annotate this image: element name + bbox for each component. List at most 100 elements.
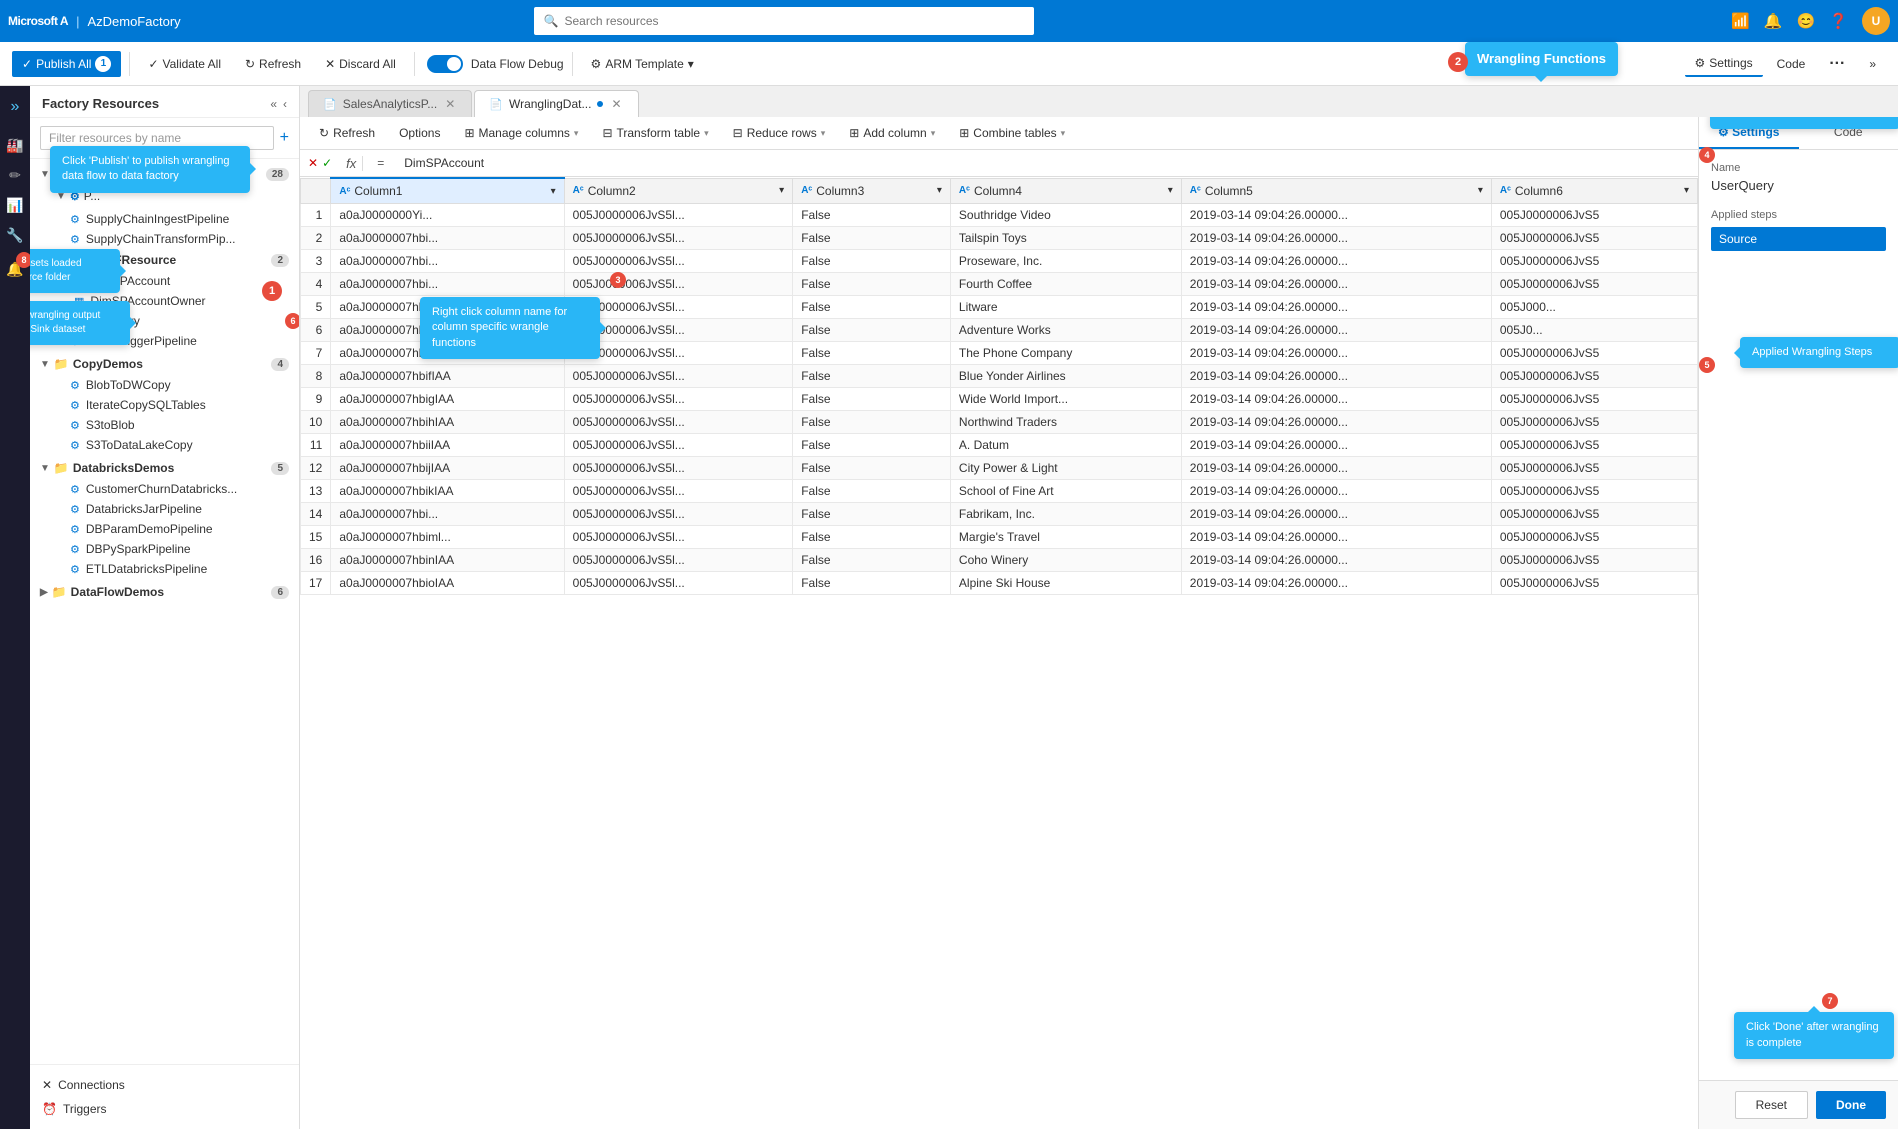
copy-demos-header[interactable]: ▼ 📁 CopyDemos 4	[30, 353, 299, 375]
col-header-3[interactable]: Aᶜ Column3 ▾	[793, 178, 951, 204]
tab-wrangling[interactable]: 📄 WranglingDat... ✕	[474, 90, 638, 117]
validate-all-button[interactable]: ✓ Validate All	[138, 52, 231, 76]
question-icon[interactable]: ❓	[1829, 12, 1848, 30]
discard-all-button[interactable]: ✕ Discard All	[315, 52, 406, 76]
col-sort-icon-5[interactable]: ▾	[1478, 185, 1483, 196]
formula-input[interactable]	[398, 154, 1690, 172]
databricks-header[interactable]: ▼ 📁 DatabricksDemos 5	[30, 457, 299, 479]
table-row[interactable]: 12a0aJ0000007hbijIAA005J0000006JvS5l...F…	[301, 457, 1698, 480]
sidebar-icon-expand[interactable]: »	[2, 94, 28, 120]
adf-resource-header[interactable]: ▼ 📁 ADFResource 2	[62, 249, 299, 271]
col-sort-icon-1[interactable]: ▾	[551, 186, 556, 197]
table-row[interactable]: 13a0aJ0000007hbikIAA005J0000006JvS5l...F…	[301, 480, 1698, 503]
manage-columns-button[interactable]: ⊞ Manage columns ▾	[453, 121, 589, 145]
etl-databricks-item[interactable]: ⚙ ETLDatabricksPipeline	[30, 559, 299, 579]
col-sort-icon-2[interactable]: ▾	[779, 185, 784, 196]
blob-dw-copy-item[interactable]: ⚙ BlobToDWCopy	[30, 375, 299, 395]
col-sort-icon-3[interactable]: ▾	[937, 185, 942, 196]
sidebar-icon-monitor[interactable]: 📊	[2, 192, 28, 218]
wrangle-options-button[interactable]: Options	[388, 121, 451, 145]
settings-panel-tab[interactable]: ⚙ Settings	[1699, 117, 1799, 149]
table-row[interactable]: 6a0aJ0000007hbidIAA005J0000006JvS5l...Fa…	[301, 319, 1698, 342]
table-row[interactable]: 17a0aJ0000007hbioIAA005J0000006JvS5l...F…	[301, 572, 1698, 595]
connections-item[interactable]: ✕ Connections	[42, 1073, 287, 1097]
customer-churn-item[interactable]: ⚙ CustomerChurnDatabricks...	[30, 479, 299, 499]
plus-icon[interactable]: +	[280, 129, 289, 147]
arm-template-button[interactable]: ⚙ ARM Template ▾	[581, 52, 704, 76]
collapse-left-icon[interactable]: «	[270, 97, 277, 111]
transform-table-button[interactable]: ⊟ Transform table ▾	[591, 121, 719, 145]
settings-tab-btn[interactable]: ⚙ Settings	[1685, 51, 1763, 77]
search-bar[interactable]: 🔍	[534, 7, 1034, 35]
applied-step-item[interactable]: Source	[1711, 227, 1886, 251]
user-query-item[interactable]: ⚙ UserQuery	[30, 311, 299, 331]
col-header-4[interactable]: Aᶜ Column4 ▾	[950, 178, 1181, 204]
wrangle-refresh-button[interactable]: ↻ Refresh	[308, 121, 386, 145]
col-header-6[interactable]: Aᶜ Column6 ▾	[1491, 178, 1697, 204]
table-row[interactable]: 16a0aJ0000007hbinIAA005J0000006JvS5l...F…	[301, 549, 1698, 572]
add-column-button[interactable]: ⊞ Add column ▾	[838, 121, 946, 145]
close-tab-wrangling[interactable]: ✕	[609, 97, 623, 111]
s3-blob-item[interactable]: ⚙ S3toBlob	[30, 415, 299, 435]
col-sort-icon-4[interactable]: ▾	[1168, 185, 1173, 196]
tab-sales-analytics[interactable]: 📄 SalesAnalyticsP... ✕	[308, 90, 472, 117]
supply-chain-ingest-item[interactable]: ⚙ SupplyChainIngestPipeline	[30, 209, 299, 229]
debug-toggle[interactable]	[427, 55, 463, 73]
reset-button[interactable]: Reset	[1735, 1091, 1808, 1119]
publish-all-button[interactable]: ✓ Publish All 1	[12, 51, 121, 77]
supply-chain-transform-item[interactable]: ⚙ SupplyChainTransformPip...	[30, 229, 299, 249]
table-row[interactable]: 7a0aJ0000007hbieIAA005J0000006JvS5l...Fa…	[301, 342, 1698, 365]
db-param-demo-item[interactable]: ⚙ DBParamDemoPipeline	[30, 519, 299, 539]
col-sort-icon-6[interactable]: ▾	[1684, 185, 1689, 196]
search-input[interactable]	[564, 14, 1023, 28]
confirm-formula-icon[interactable]: ✓	[322, 156, 332, 170]
col-header-1[interactable]: Aᶜ Column1 ▾	[331, 178, 564, 204]
sidebar-icon-edit[interactable]: ✏	[2, 162, 28, 188]
table-row[interactable]: 2a0aJ0000007hbi...005J0000006JvS5l...Fal…	[301, 227, 1698, 250]
done-button[interactable]: Done	[1816, 1091, 1886, 1119]
pipelines-header[interactable]: ▼ 📁 Pipelines 28	[30, 163, 299, 185]
table-row[interactable]: 10a0aJ0000007hbihIAA005J0000006JvS5l...F…	[301, 411, 1698, 434]
s3-datalake-item[interactable]: ⚙ S3ToDataLakeCopy	[30, 435, 299, 455]
sidebar-icon-manage[interactable]: 🔧	[2, 222, 28, 248]
col-header-5[interactable]: Aᶜ Column5 ▾	[1181, 178, 1491, 204]
user-avatar[interactable]: U	[1862, 7, 1890, 35]
col-header-2[interactable]: Aᶜ Column2 ▾	[564, 178, 793, 204]
event-trigger-item[interactable]: ⚙ EventTriggerPipeline	[30, 331, 299, 351]
pipeline-sub-header[interactable]: ▼ ⚙ P...	[46, 185, 299, 207]
table-row[interactable]: 14a0aJ0000007hbi...005J0000006JvS5l...Fa…	[301, 503, 1698, 526]
bell-icon[interactable]: 🔔	[1764, 12, 1783, 30]
reduce-rows-button[interactable]: ⊟ Reduce rows ▾	[722, 121, 837, 145]
iterate-copy-item[interactable]: ⚙ IterateCopySQLTables	[30, 395, 299, 415]
table-row[interactable]: 15a0aJ0000007hbiml...005J0000006JvS5l...…	[301, 526, 1698, 549]
table-row[interactable]: 4a0aJ0000007hbi...005J0000006JvS5l...Fal…	[301, 273, 1698, 296]
close-tab-sales[interactable]: ✕	[443, 97, 457, 111]
smiley-icon[interactable]: 😊	[1797, 12, 1816, 30]
wifi-icon[interactable]: 📶	[1731, 12, 1750, 30]
collapse-panel-button[interactable]: »	[1859, 52, 1886, 76]
dim-sp-account-label: DimSPAccount	[90, 274, 170, 288]
db-pyspark-item[interactable]: ⚙ DBPySparkPipeline	[30, 539, 299, 559]
refresh-button[interactable]: ↻ Refresh	[235, 52, 311, 76]
dataflow-header[interactable]: ▶ 📁 DataFlowDemos 6	[30, 581, 299, 603]
code-tab-btn[interactable]: Code	[1767, 52, 1816, 76]
triggers-item[interactable]: ⏰ Triggers	[42, 1097, 287, 1121]
table-row[interactable]: 11a0aJ0000007hbiiIAA005J0000006JvS5l...F…	[301, 434, 1698, 457]
pipelines-label: Pipelines	[73, 167, 126, 181]
table-row[interactable]: 1a0aJ0000000Yi...005J0000006JvS5l...Fals…	[301, 204, 1698, 227]
databricks-jar-item[interactable]: ⚙ DatabricksJarPipeline	[30, 499, 299, 519]
table-row[interactable]: 3a0aJ0000007hbi...005J0000006JvS5l...Fal…	[301, 250, 1698, 273]
more-options-button[interactable]: ···	[1819, 50, 1855, 78]
table-row[interactable]: 8a0aJ0000007hbifIAA005J0000006JvS5l...Fa…	[301, 365, 1698, 388]
table-row[interactable]: 5a0aJ0000007hbicIAA005J0000006JvS5l...Fa…	[301, 296, 1698, 319]
data-grid-container[interactable]: Aᶜ Column1 ▾ Aᶜ Column2 ▾	[300, 177, 1698, 1129]
cancel-formula-icon[interactable]: ✕	[308, 156, 318, 170]
sidebar-icon-factory[interactable]: 🏭	[2, 132, 28, 158]
code-panel-tab[interactable]: Code	[1799, 117, 1898, 149]
combine-tables-button[interactable]: ⊞ Combine tables ▾	[948, 121, 1076, 145]
supply-chain-transform-label: SupplyChainTransformPip...	[86, 232, 236, 246]
filter-input[interactable]	[40, 126, 274, 150]
table-row[interactable]: 9a0aJ0000007hbigIAA005J0000006JvS5l...Fa…	[301, 388, 1698, 411]
wrangle-toolbar: ↻ Refresh Options ⊞ Manage columns ▾ ⊟ T…	[300, 117, 1698, 150]
collapse-icon[interactable]: ‹	[283, 97, 287, 111]
